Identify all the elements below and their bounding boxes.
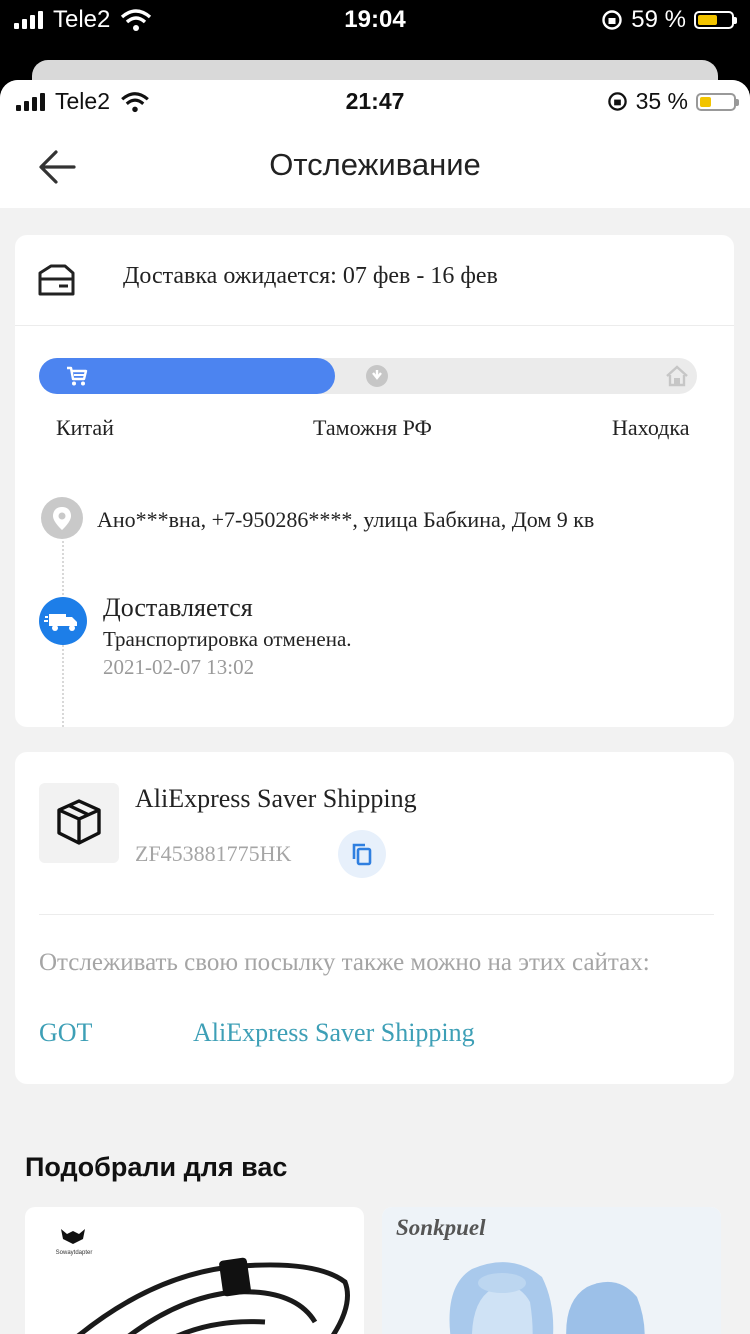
- also-track-text: Отслеживать свою посылку также можно на …: [39, 949, 650, 976]
- cart-icon: [67, 366, 88, 386]
- delivery-estimate: Доставка ожидается: 07 фев - 16 фев: [123, 263, 498, 289]
- package-icon: [39, 783, 119, 863]
- copy-icon: [352, 843, 372, 866]
- link-got[interactable]: GOT: [39, 1018, 92, 1048]
- outer-status-bar: Tele2 19:04 59 %: [0, 0, 750, 50]
- charger-cable-image: [76, 1257, 350, 1334]
- rotation-lock-icon: [607, 92, 627, 111]
- delivery-progress-bar: [39, 358, 697, 394]
- event-timestamp: 2021-02-07 13:02: [103, 655, 255, 679]
- inner-battery-percent: 35 %: [635, 88, 688, 114]
- nav-bar: Отслеживание: [0, 125, 750, 208]
- tracking-screen: Tele2 21:47 35 % Отслеживание Доставка о…: [0, 80, 750, 1334]
- divider: [39, 914, 714, 915]
- shipping-carrier: AliExpress Saver Shipping: [135, 784, 417, 813]
- product-card[interactable]: Sonkpuel: [382, 1207, 721, 1334]
- inner-status-right: 35 %: [607, 88, 739, 115]
- outer-battery-percent: 59 %: [631, 6, 686, 33]
- delivery-address: Ано***вна, +7-950286****, улица Бабкина,…: [97, 507, 595, 532]
- home-icon: [666, 365, 688, 387]
- event-description: Транспортировка отменена.: [103, 627, 352, 651]
- battery-icon: [696, 92, 739, 111]
- event-status: Доставляется: [103, 593, 253, 622]
- tracking-number: ZF453881775HK: [135, 841, 292, 866]
- inner-status-bar: Tele2 21:47 35 %: [0, 80, 750, 125]
- truck-icon: [39, 597, 87, 645]
- delivery-estimate-row: Доставка ожидается: 07 фев - 16 фев: [15, 235, 734, 326]
- product-card[interactable]: Sowaytdapter: [25, 1207, 364, 1334]
- recommendations-title: Подобрали для вас: [25, 1152, 288, 1182]
- page-title: Отслеживание: [269, 147, 481, 182]
- battery-icon: [694, 11, 737, 29]
- delivery-box-icon: [38, 264, 75, 296]
- customs-icon: [366, 365, 388, 387]
- shipping-card: AliExpress Saver Shipping ZF453881775HK …: [15, 752, 734, 1084]
- rotation-lock-icon: [602, 10, 622, 30]
- link-aliexpress-saver-shipping[interactable]: AliExpress Saver Shipping: [193, 1018, 475, 1048]
- stage-customs: Таможня РФ: [313, 415, 432, 440]
- copy-button[interactable]: [338, 830, 386, 878]
- stage-origin: Китай: [56, 415, 114, 440]
- stage-destination: Находка: [612, 415, 690, 440]
- outer-status-right: 59 %: [601, 6, 737, 34]
- brand-name: Sonkpuel: [396, 1215, 486, 1240]
- location-pin-icon: [41, 497, 83, 539]
- delivery-card: Доставка ожидается: 07 фев - 16 фев Кита…: [15, 235, 734, 727]
